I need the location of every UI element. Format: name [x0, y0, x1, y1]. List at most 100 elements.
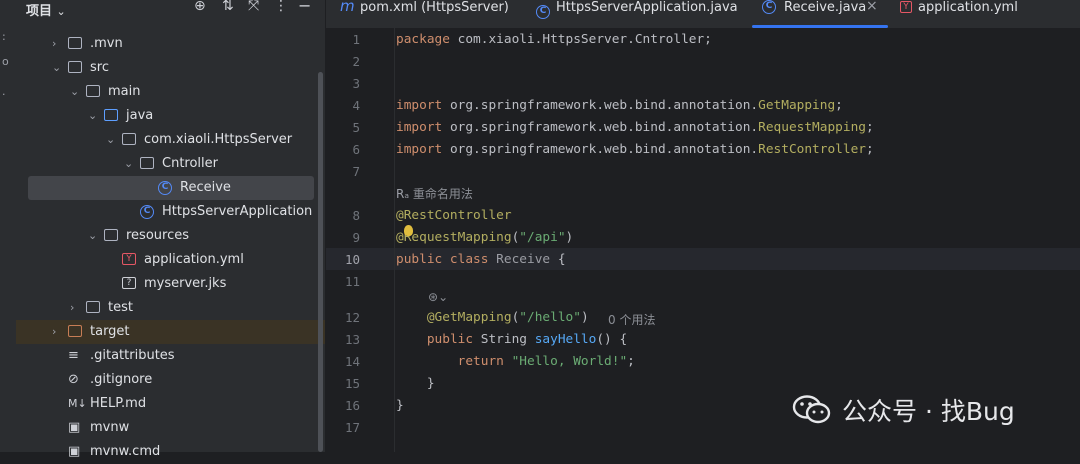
tree-item-label: myserver.jks: [144, 276, 227, 291]
tree-item[interactable]: ⌄ Cntroller: [16, 152, 325, 176]
tree-item[interactable]: ? myserver.jks: [16, 272, 325, 296]
line-number[interactable]: 17: [328, 420, 360, 435]
folder-icon: [68, 37, 82, 49]
chevron-right-icon[interactable]: ›: [52, 32, 64, 56]
chevron-down-icon[interactable]: ⌄: [57, 5, 66, 18]
chevron-down-icon[interactable]: ⌄: [70, 80, 82, 104]
expand-all-icon[interactable]: ⇅: [222, 0, 234, 14]
chevron-down-icon[interactable]: ⌄: [88, 224, 100, 248]
tree-item-label: application.yml: [144, 252, 244, 267]
line-number[interactable]: 16: [328, 398, 360, 413]
tree-item[interactable]: ⌄ main: [16, 80, 325, 104]
tree-item[interactable]: ⌄ com.xiaoli.HttpsServer: [16, 128, 325, 152]
line-number[interactable]: 15: [328, 376, 360, 391]
code-editor[interactable]: 1 2 3 4 5 6 7 8 9 10 11 12 13 14 15 16 17 package com.xi…: [326, 28, 1080, 452]
chevron-down-icon[interactable]: ⌄: [88, 104, 100, 128]
tree-item-label: HELP.md: [90, 396, 147, 411]
maven-icon: m: [340, 0, 355, 15]
tree-item-label: .mvn: [90, 36, 123, 51]
tree-item-label: src: [90, 60, 109, 75]
tree-item[interactable]: ≡ .gitattributes: [16, 344, 325, 368]
code-line-6: import org.springframework.web.bind.anno…: [396, 142, 874, 157]
tree-item[interactable]: › .mvn: [16, 32, 325, 56]
class-icon: C: [158, 181, 172, 195]
chevron-down-icon[interactable]: ⌄: [52, 56, 64, 80]
line-number[interactable]: 11: [328, 274, 360, 289]
tool-icon[interactable]: o: [2, 55, 9, 68]
line-number[interactable]: 8: [328, 208, 360, 223]
wechat-logo-icon: [792, 395, 831, 424]
project-scrollbar[interactable]: [318, 72, 323, 452]
tree-item-label: HttpsServerApplication: [162, 204, 313, 219]
line-number[interactable]: 13: [328, 332, 360, 347]
collapse-all-icon[interactable]: ⤧: [248, 0, 259, 14]
code-line-13: public String sayHello() {: [426, 332, 628, 347]
code-line-10: public class Receive {: [396, 252, 566, 267]
unknown-file-icon: ?: [122, 277, 136, 289]
close-icon[interactable]: ×: [866, 0, 878, 14]
rename-usages-hint[interactable]: Rₐ 重命名用法: [396, 185, 473, 202]
more-options-icon[interactable]: ⋮: [274, 0, 288, 14]
tree-item[interactable]: › test: [16, 296, 325, 320]
tool-icon[interactable]: ·: [2, 88, 6, 101]
chevron-down-icon[interactable]: ⌄: [124, 152, 136, 176]
line-number[interactable]: 12: [328, 310, 360, 325]
usages-hint[interactable]: 0 个用法: [608, 311, 655, 328]
tab-https-server-application[interactable]: C HttpsServerApplication.java: [536, 0, 738, 28]
chevron-right-icon[interactable]: ›: [70, 296, 82, 320]
yaml-icon: Y: [122, 253, 136, 265]
line-number[interactable]: 10: [328, 252, 360, 267]
folder-icon: [86, 85, 100, 97]
ignore-file-icon: ⊘: [68, 372, 79, 387]
tree-item[interactable]: C Receive: [28, 176, 314, 200]
tree-item[interactable]: ⊘ .gitignore: [16, 368, 325, 392]
line-number[interactable]: 14: [328, 354, 360, 369]
tree-item[interactable]: M↓ HELP.md: [16, 392, 325, 416]
tree-item-label: com.xiaoli.HttpsServer: [144, 132, 293, 147]
code-line-8: @RestController: [396, 208, 512, 223]
chevron-down-icon[interactable]: ⌄: [106, 128, 118, 152]
tool-icon[interactable]: :: [2, 30, 6, 43]
crosshair-icon[interactable]: ⊕: [194, 0, 206, 14]
yaml-icon: Y: [900, 1, 912, 13]
code-line-16: }: [396, 398, 404, 413]
code-line-5: import org.springframework.web.bind.anno…: [396, 120, 874, 135]
chevron-right-icon[interactable]: ›: [52, 320, 64, 344]
source-folder-icon: [104, 109, 118, 121]
code-line-1: package com.xiaoli.HttpsServer.Cntroller…: [396, 32, 712, 47]
package-icon: [140, 157, 154, 169]
endpoint-gutter-hint[interactable]: ⊛⌄: [428, 290, 448, 304]
tree-item[interactable]: › target: [16, 320, 325, 344]
tree-item[interactable]: ▣ mvnw: [16, 416, 325, 440]
tree-item-label: Receive: [180, 180, 231, 195]
tree-item[interactable]: Yapplication.yml: [16, 248, 325, 272]
tree-item[interactable]: ⌄ resources: [16, 224, 325, 248]
tab-pom-xml[interactable]: m pom.xml (HttpsServer): [340, 0, 510, 28]
line-number[interactable]: 5: [328, 120, 360, 135]
project-title[interactable]: 项目 ⌄: [26, 0, 66, 19]
minimize-icon[interactable]: −: [298, 0, 311, 15]
tree-item[interactable]: ⌄ java: [16, 104, 325, 128]
tree-item-label: resources: [126, 228, 190, 243]
resources-folder-icon: [104, 229, 118, 241]
tree-item[interactable]: ▣ mvnw.cmd: [16, 440, 325, 464]
line-number[interactable]: 4: [328, 98, 360, 113]
line-number[interactable]: 7: [328, 164, 360, 179]
line-number[interactable]: 1: [328, 32, 360, 47]
line-number[interactable]: 2: [328, 54, 360, 69]
tab-receive-java[interactable]: C Receive.java ×: [752, 0, 888, 28]
package-icon: [122, 133, 136, 145]
shell-script-icon: ▣: [68, 444, 81, 459]
tree-item[interactable]: ⌄ src: [16, 56, 325, 80]
tree-item-label: java: [126, 108, 154, 123]
tab-application-yml[interactable]: Y application.yml: [900, 0, 1030, 28]
line-number[interactable]: 6: [328, 142, 360, 157]
line-number[interactable]: 9: [328, 230, 360, 245]
globe-icon: ⊛: [428, 290, 439, 304]
tree-item-label: .gitignore: [90, 372, 153, 387]
tree-item[interactable]: C HttpsServerApplication: [16, 200, 325, 224]
project-header: 项目 ⌄ ⊕ ⇅ ⤧ ⋮ −: [16, 0, 325, 22]
excluded-folder-icon: [68, 325, 82, 337]
line-number[interactable]: 3: [328, 76, 360, 91]
lightbulb-icon[interactable]: [404, 225, 413, 236]
